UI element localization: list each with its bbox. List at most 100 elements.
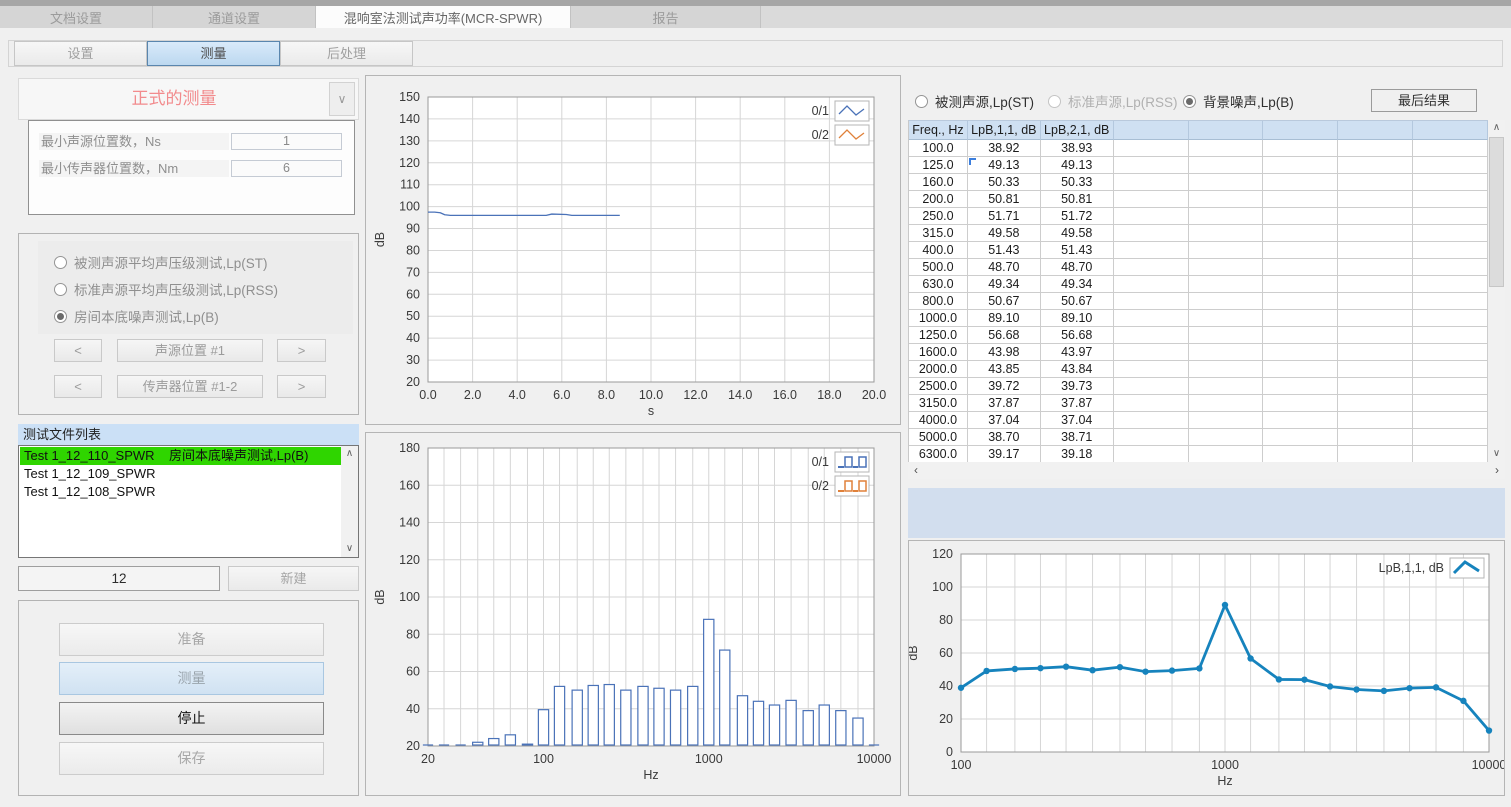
mic-prev-button[interactable]: < xyxy=(54,375,102,398)
table-cell[interactable]: 38.92 xyxy=(968,140,1041,157)
table-cell[interactable] xyxy=(1338,361,1413,378)
table-cell[interactable]: 51.43 xyxy=(968,242,1041,259)
table-cell[interactable]: 400.0 xyxy=(909,242,968,259)
table-cell[interactable] xyxy=(1263,310,1338,327)
table-cell[interactable]: 1250.0 xyxy=(909,327,968,344)
min-mic-positions-field[interactable]: 6 xyxy=(231,160,342,177)
table-cell[interactable] xyxy=(1114,276,1189,293)
prepare-button[interactable]: 准备 xyxy=(59,623,324,656)
table-cell[interactable]: 39.17 xyxy=(968,446,1041,463)
table-cell[interactable]: 500.0 xyxy=(909,259,968,276)
table-cell[interactable] xyxy=(1189,225,1264,242)
mic-position-button[interactable]: 传声器位置 #1-2 xyxy=(117,375,263,398)
table-cell[interactable] xyxy=(1263,446,1338,463)
table-cell[interactable]: 49.58 xyxy=(1041,225,1114,242)
table-cell[interactable] xyxy=(1338,191,1413,208)
table-cell[interactable] xyxy=(1189,191,1264,208)
table-cell[interactable]: 37.04 xyxy=(968,412,1041,429)
table-cell[interactable] xyxy=(1189,157,1264,174)
chevron-down-icon[interactable]: ∨ xyxy=(329,82,355,116)
tab-document-settings[interactable]: 文档设置 xyxy=(0,6,153,28)
table-cell[interactable] xyxy=(1413,191,1488,208)
radio-icon[interactable] xyxy=(54,256,67,269)
table-cell[interactable] xyxy=(1338,157,1413,174)
table-cell[interactable]: 56.68 xyxy=(1041,327,1114,344)
table-cell[interactable] xyxy=(1189,361,1264,378)
radio-icon[interactable] xyxy=(1183,95,1196,108)
stop-button[interactable]: 停止 xyxy=(59,702,324,735)
table-cell[interactable]: 56.68 xyxy=(968,327,1041,344)
table-cell[interactable] xyxy=(1263,174,1338,191)
table-cell[interactable] xyxy=(1413,140,1488,157)
scroll-down-icon[interactable]: ∨ xyxy=(341,541,358,557)
view-radio-lp-rss[interactable]: 标准声源,Lp(RSS) xyxy=(1048,92,1178,110)
table-cell[interactable]: 49.58 xyxy=(968,225,1041,242)
table-cell[interactable]: 1000.0 xyxy=(909,310,968,327)
table-cell[interactable] xyxy=(1413,412,1488,429)
table-cell[interactable]: 6300.0 xyxy=(909,446,968,463)
table-cell[interactable] xyxy=(1263,208,1338,225)
table-cell[interactable] xyxy=(1189,276,1264,293)
new-button[interactable]: 新建 xyxy=(228,566,359,591)
table-cell[interactable]: 48.70 xyxy=(968,259,1041,276)
table-cell[interactable] xyxy=(1338,242,1413,259)
table-cell[interactable] xyxy=(1263,140,1338,157)
table-cell[interactable] xyxy=(1338,395,1413,412)
table-cell[interactable] xyxy=(1338,276,1413,293)
measure-button[interactable]: 测量 xyxy=(59,662,324,695)
table-cell[interactable]: 2000.0 xyxy=(909,361,968,378)
table-cell[interactable] xyxy=(1413,310,1488,327)
table-header-cell[interactable] xyxy=(1189,121,1264,140)
save-button[interactable]: 保存 xyxy=(59,742,324,775)
table-cell[interactable]: 43.84 xyxy=(1041,361,1114,378)
measure-mode-select[interactable]: 正式的测量 ∨ xyxy=(18,78,359,120)
table-cell[interactable] xyxy=(1189,446,1264,463)
table-cell[interactable] xyxy=(1338,208,1413,225)
table-cell[interactable] xyxy=(1413,174,1488,191)
table-cell[interactable] xyxy=(1263,361,1338,378)
table-cell[interactable]: 50.67 xyxy=(1041,293,1114,310)
table-cell[interactable] xyxy=(1413,225,1488,242)
table-header-cell[interactable] xyxy=(1413,121,1488,140)
table-cell[interactable] xyxy=(1114,242,1189,259)
view-radio-lp-b[interactable]: 背景噪声,Lp(B) xyxy=(1183,92,1294,110)
table-cell[interactable] xyxy=(1263,429,1338,446)
last-result-button[interactable]: 最后结果 xyxy=(1371,89,1477,112)
table-v-scrollbar[interactable]: ∧ ∨ xyxy=(1488,120,1505,462)
mic-next-button[interactable]: > xyxy=(277,375,326,398)
scroll-left-icon[interactable]: ‹ xyxy=(908,462,924,479)
table-cell[interactable]: 49.13 xyxy=(968,157,1041,174)
table-cell[interactable] xyxy=(1263,344,1338,361)
table-cell[interactable] xyxy=(1114,429,1189,446)
table-cell[interactable] xyxy=(1114,412,1189,429)
table-cell[interactable]: 125.0 xyxy=(909,157,968,174)
table-cell[interactable]: 49.13 xyxy=(1041,157,1114,174)
list-item[interactable]: Test 1_12_108_SPWR xyxy=(20,483,342,501)
table-cell[interactable] xyxy=(1263,225,1338,242)
table-cell[interactable]: 39.72 xyxy=(968,378,1041,395)
table-cell[interactable] xyxy=(1189,208,1264,225)
table-cell[interactable]: 160.0 xyxy=(909,174,968,191)
table-cell[interactable]: 38.71 xyxy=(1041,429,1114,446)
table-cell[interactable] xyxy=(1338,225,1413,242)
table-cell[interactable] xyxy=(1263,276,1338,293)
radio-icon[interactable] xyxy=(1048,95,1061,108)
tab-channel-settings[interactable]: 通道设置 xyxy=(153,6,316,28)
subtab-measure[interactable]: 测量 xyxy=(147,41,280,66)
table-cell[interactable]: 89.10 xyxy=(1041,310,1114,327)
table-cell[interactable] xyxy=(1263,157,1338,174)
table-cell[interactable]: 89.10 xyxy=(968,310,1041,327)
table-cell[interactable] xyxy=(1338,140,1413,157)
radio-icon[interactable] xyxy=(915,95,928,108)
table-cell[interactable] xyxy=(1413,378,1488,395)
table-cell[interactable] xyxy=(1189,310,1264,327)
table-cell[interactable] xyxy=(1338,174,1413,191)
table-cell[interactable]: 200.0 xyxy=(909,191,968,208)
table-cell[interactable]: 38.93 xyxy=(1041,140,1114,157)
table-cell[interactable]: 2500.0 xyxy=(909,378,968,395)
scroll-down-icon[interactable]: ∨ xyxy=(1488,446,1505,462)
table-cell[interactable] xyxy=(1413,157,1488,174)
table-cell[interactable] xyxy=(1338,310,1413,327)
radio-lp-rss[interactable]: 标准声源平均声压级测试,Lp(RSS) xyxy=(54,280,278,298)
table-cell[interactable] xyxy=(1338,327,1413,344)
